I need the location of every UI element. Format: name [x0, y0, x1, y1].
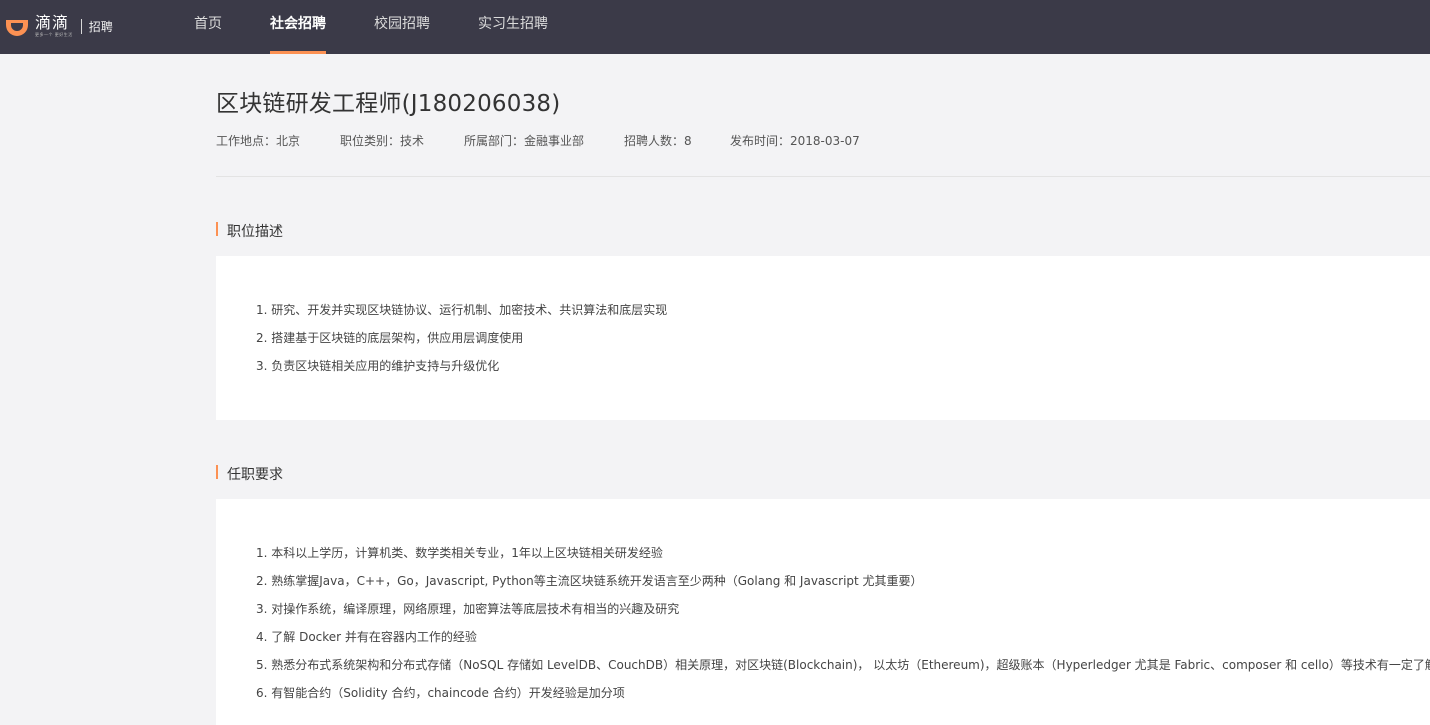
list-item: 1. 本科以上学历，计算机类、数学类相关专业，1年以上区块链相关研发经验: [256, 546, 663, 560]
section-title-description: 职位描述: [216, 221, 283, 240]
meta-headcount: 招聘人数：8: [624, 134, 692, 148]
logo-slogan: 更多一个 更好生活: [35, 32, 73, 37]
description-list: 1. 研究、开发并实现区块链协议、运行机制、加密技术、共识算法和底层实现 2. …: [256, 296, 667, 380]
logo-brand-text: 滴滴: [35, 13, 70, 32]
list-item: 6. 有智能合约（Solidity 合约，chaincode 合约）开发经验是加…: [256, 686, 625, 700]
list-item: 3. 对操作系统，编译原理，网络原理，加密算法等底层技术有相当的兴趣及研究: [256, 602, 680, 616]
title-divider: [216, 176, 1430, 177]
nav-social-recruitment[interactable]: 社会招聘: [270, 0, 326, 54]
requirements-list: 1. 本科以上学历，计算机类、数学类相关专业，1年以上区块链相关研发经验 2. …: [256, 539, 1430, 707]
list-item: 2. 搭建基于区块链的底层架构，供应用层调度使用: [256, 331, 524, 345]
meta-category: 职位类别：技术: [340, 134, 425, 148]
requirements-card: 1. 本科以上学历，计算机类、数学类相关专业，1年以上区块链相关研发经验 2. …: [216, 499, 1430, 725]
top-navbar: 滴滴 更多一个 更好生活 招聘 首页 社会招聘 校园招聘 实习生招聘: [0, 0, 1430, 54]
description-card: 1. 研究、开发并实现区块链协议、运行机制、加密技术、共识算法和底层实现 2. …: [216, 256, 1430, 420]
list-item: 5. 熟悉分布式系统架构和分布式存储（NoSQL 存储如 LevelDB、Cou…: [256, 658, 1430, 672]
list-item: 3. 负责区块链相关应用的维护支持与升级优化: [256, 359, 500, 373]
nav-campus-recruitment[interactable]: 校园招聘: [374, 0, 430, 54]
logo-sub-label: 招聘: [88, 19, 113, 34]
list-item: 2. 熟练掌握Java，C++，Go，Javascript, Python等主流…: [256, 574, 923, 588]
meta-location: 工作地点：北京: [216, 134, 301, 148]
didi-logo-icon: [6, 20, 28, 36]
meta-publish-date: 发布时间：2018-03-07: [730, 134, 860, 148]
list-item: 1. 研究、开发并实现区块链协议、运行机制、加密技术、共识算法和底层实现: [256, 303, 668, 317]
list-item: 4. 了解 Docker 并有在容器内工作的经验: [256, 630, 477, 644]
job-title: 区块链研发工程师(J180206038): [216, 91, 561, 117]
nav-intern-recruitment[interactable]: 实习生招聘: [478, 0, 548, 54]
nav-home[interactable]: 首页: [194, 0, 222, 54]
logo-divider: [80, 18, 82, 34]
section-title-requirements: 任职要求: [216, 464, 283, 483]
didi-logo[interactable]: 滴滴 更多一个 更好生活 招聘: [3, 12, 113, 40]
meta-department: 所属部门：金融事业部: [464, 134, 585, 148]
